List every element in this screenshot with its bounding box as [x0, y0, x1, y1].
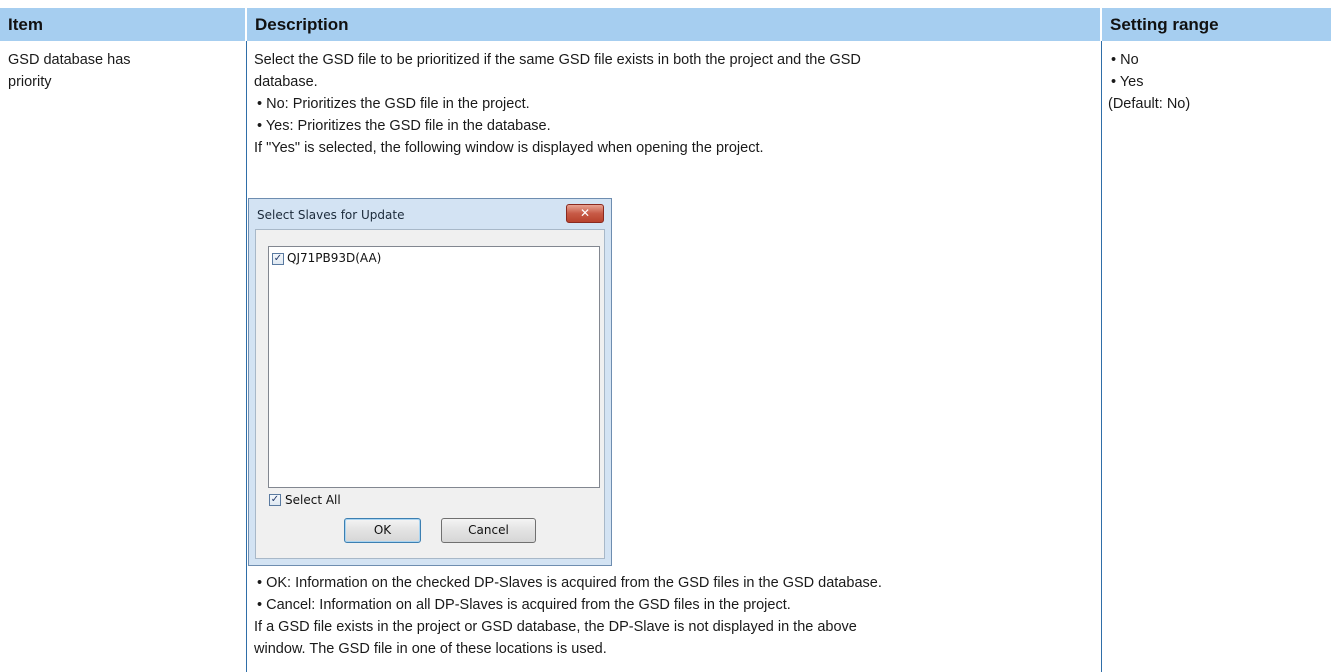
close-icon[interactable]: ✕ — [566, 204, 604, 223]
item-text: GSD database has — [8, 52, 131, 68]
description-text: Select the GSD file to be prioritized if… — [254, 52, 861, 68]
bullet-no: • No: Prioritizes the GSD file in the pr… — [257, 96, 530, 112]
cancel-button[interactable]: Cancel — [441, 518, 536, 543]
window-note: If "Yes" is selected, the following wind… — [254, 140, 764, 156]
bullet-ok: • OK: Information on the checked DP-Slav… — [257, 575, 882, 591]
column-divider — [246, 41, 247, 672]
column-header-description: Description — [247, 8, 1101, 41]
column-divider — [1101, 41, 1102, 672]
setting-default: (Default: No) — [1108, 96, 1191, 112]
column-header-setting-range: Setting range — [1102, 8, 1331, 41]
slave-checkbox[interactable]: ✓ — [272, 253, 284, 265]
description-text: If a GSD file exists in the project or G… — [254, 619, 857, 635]
slave-item-label: QJ71PB93D(AA) — [287, 251, 382, 265]
column-header-item: Item — [0, 8, 246, 41]
description-text: database. — [254, 74, 318, 90]
bullet-cancel: • Cancel: Information on all DP-Slaves i… — [257, 597, 791, 613]
setting-option: • Yes — [1111, 74, 1144, 90]
dialog-body: ✓ QJ71PB93D(AA) ✓ Select All OK Cancel — [255, 229, 605, 559]
setting-option: • No — [1111, 52, 1139, 68]
select-all-checkbox[interactable]: ✓ — [269, 494, 281, 506]
description-text: window. The GSD file in one of these loc… — [254, 641, 607, 657]
dialog-title: Select Slaves for Update — [257, 208, 405, 222]
item-text: priority — [8, 74, 52, 90]
select-all-label: Select All — [285, 493, 341, 507]
slave-listbox[interactable]: ✓ QJ71PB93D(AA) — [268, 246, 600, 488]
bullet-yes: • Yes: Prioritizes the GSD file in the d… — [257, 118, 551, 134]
select-slaves-dialog: Select Slaves for Update ✕ ✓ QJ71PB93D(A… — [248, 198, 612, 566]
ok-button[interactable]: OK — [344, 518, 421, 543]
settings-table: Item Description Setting range GSD datab… — [0, 8, 1331, 672]
